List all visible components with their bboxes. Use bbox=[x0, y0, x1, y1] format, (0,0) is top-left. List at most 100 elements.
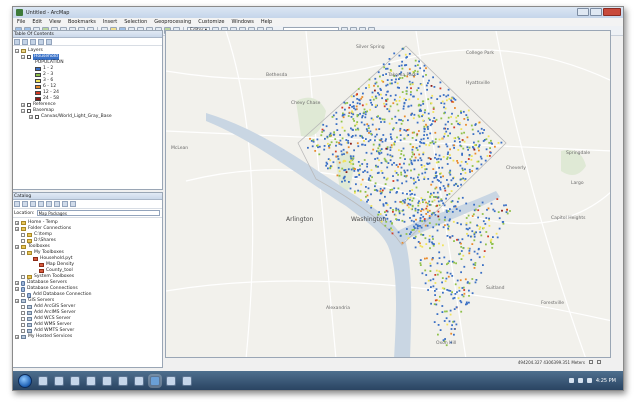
menu-help[interactable]: Help bbox=[261, 19, 272, 25]
home-icon[interactable] bbox=[38, 201, 44, 207]
household-point bbox=[350, 160, 352, 162]
legend-swatch[interactable] bbox=[35, 97, 41, 101]
household-point bbox=[327, 167, 329, 170]
menu-selection[interactable]: Selection bbox=[124, 19, 147, 25]
household-point bbox=[410, 91, 412, 93]
menu-insert[interactable]: Insert bbox=[103, 19, 117, 25]
menu-edit[interactable]: Edit bbox=[32, 19, 42, 25]
household-point bbox=[374, 139, 376, 142]
minimize-button[interactable] bbox=[577, 8, 589, 16]
expand-icon[interactable]: + bbox=[15, 221, 19, 225]
expand-icon[interactable] bbox=[21, 317, 25, 321]
options-icon[interactable] bbox=[62, 201, 68, 207]
layer-visibility-checkbox[interactable] bbox=[35, 115, 39, 119]
expand-icon[interactable]: + bbox=[21, 103, 25, 107]
list-by-visibility-icon[interactable] bbox=[30, 39, 36, 45]
clock[interactable]: 4:25 PM bbox=[596, 378, 616, 384]
household-point bbox=[410, 104, 413, 107]
household-point bbox=[453, 137, 456, 140]
household-point bbox=[432, 168, 435, 170]
collapse-icon[interactable]: − bbox=[21, 55, 25, 59]
household-point bbox=[386, 153, 389, 156]
menu-geoprocessing[interactable]: Geoprocessing bbox=[154, 19, 191, 25]
menu-view[interactable]: View bbox=[49, 19, 61, 25]
household-point bbox=[389, 189, 392, 191]
expand-icon[interactable] bbox=[21, 239, 25, 243]
maximize-button[interactable] bbox=[590, 8, 602, 16]
expand-icon[interactable] bbox=[21, 305, 25, 309]
layer-visibility-checkbox[interactable] bbox=[27, 103, 31, 107]
expand-icon[interactable]: + bbox=[15, 299, 19, 303]
options-icon[interactable] bbox=[46, 39, 52, 45]
expand-icon[interactable]: + bbox=[15, 281, 19, 285]
back-icon[interactable] bbox=[14, 201, 20, 207]
expand-icon[interactable] bbox=[21, 311, 25, 315]
layer-row-canvas[interactable]: + Canvas/World_Light_Gray_Base bbox=[15, 114, 159, 120]
list-by-source-icon[interactable] bbox=[22, 39, 28, 45]
expand-icon[interactable] bbox=[21, 323, 25, 327]
expand-icon[interactable]: + bbox=[15, 227, 19, 231]
list-by-selection-icon[interactable] bbox=[38, 39, 44, 45]
expand-icon[interactable] bbox=[21, 233, 25, 237]
taskbar-app-icon[interactable] bbox=[102, 375, 112, 386]
map-view[interactable]: Silver Spring Bethesda Takoma Park Chevy… bbox=[165, 30, 611, 358]
expand-icon[interactable] bbox=[21, 293, 25, 297]
household-point bbox=[385, 178, 388, 181]
expand-icon[interactable] bbox=[21, 251, 25, 255]
taskbar-app-icon[interactable] bbox=[38, 375, 48, 386]
household-point bbox=[500, 141, 503, 144]
collapse-icon[interactable]: − bbox=[15, 49, 19, 53]
forward-icon[interactable] bbox=[22, 201, 28, 207]
refresh-icon[interactable] bbox=[70, 201, 76, 207]
household-point bbox=[468, 168, 471, 171]
expand-icon[interactable] bbox=[21, 329, 25, 333]
collapse-icon[interactable]: − bbox=[21, 109, 25, 113]
tray-icon[interactable] bbox=[577, 378, 583, 383]
household-point bbox=[417, 104, 420, 107]
taskbar-app-icon[interactable] bbox=[182, 375, 192, 386]
taskbar-app-icon[interactable] bbox=[166, 375, 176, 386]
menu-bookmarks[interactable]: Bookmarks bbox=[68, 19, 96, 25]
household-point bbox=[419, 225, 421, 227]
taskbar-app-icon[interactable] bbox=[70, 375, 80, 386]
taskbar-app-icon[interactable] bbox=[86, 375, 96, 386]
layer-visibility-checkbox[interactable] bbox=[27, 55, 31, 59]
expand-icon[interactable]: + bbox=[29, 115, 33, 119]
household-point bbox=[376, 157, 379, 160]
expand-icon[interactable]: + bbox=[15, 287, 19, 291]
menu-file[interactable]: File bbox=[17, 19, 25, 25]
household-point bbox=[411, 205, 414, 208]
taskbar-app-icon[interactable] bbox=[118, 375, 128, 386]
legend-swatch[interactable] bbox=[35, 79, 41, 83]
household-point bbox=[436, 262, 439, 265]
catalog-item[interactable]: + My Hosted Services bbox=[15, 334, 159, 340]
start-button[interactable] bbox=[18, 373, 32, 388]
legend-swatch[interactable] bbox=[35, 73, 41, 77]
close-button[interactable] bbox=[603, 8, 621, 16]
connect-folder-icon[interactable] bbox=[46, 201, 52, 207]
household-point bbox=[316, 138, 319, 141]
location-input[interactable]: Map Packages bbox=[36, 210, 160, 216]
household-point bbox=[417, 176, 419, 179]
legend-swatch[interactable] bbox=[35, 85, 41, 89]
legend-swatch[interactable] bbox=[35, 91, 41, 95]
taskbar-arcmap-icon[interactable] bbox=[150, 375, 160, 386]
layer-visibility-checkbox[interactable] bbox=[27, 109, 31, 113]
volume-icon[interactable] bbox=[586, 378, 592, 383]
up-one-level-icon[interactable] bbox=[30, 201, 36, 207]
expand-icon[interactable]: + bbox=[15, 245, 19, 249]
list-by-drawing-order-icon[interactable] bbox=[14, 39, 20, 45]
menu-windows[interactable]: Windows bbox=[231, 19, 253, 25]
taskbar-app-icon[interactable] bbox=[54, 375, 64, 386]
expand-icon[interactable] bbox=[21, 275, 25, 279]
household-point bbox=[428, 144, 431, 147]
household-point bbox=[367, 124, 370, 127]
taskbar-app-icon[interactable] bbox=[134, 375, 144, 386]
toggle-contents-icon[interactable] bbox=[54, 201, 60, 207]
legend-swatch[interactable] bbox=[35, 67, 41, 71]
tray-icon[interactable] bbox=[568, 378, 574, 383]
expand-icon[interactable]: + bbox=[15, 335, 19, 339]
household-point bbox=[449, 313, 452, 316]
menu-customize[interactable]: Customize bbox=[198, 19, 224, 25]
household-point bbox=[358, 174, 361, 176]
